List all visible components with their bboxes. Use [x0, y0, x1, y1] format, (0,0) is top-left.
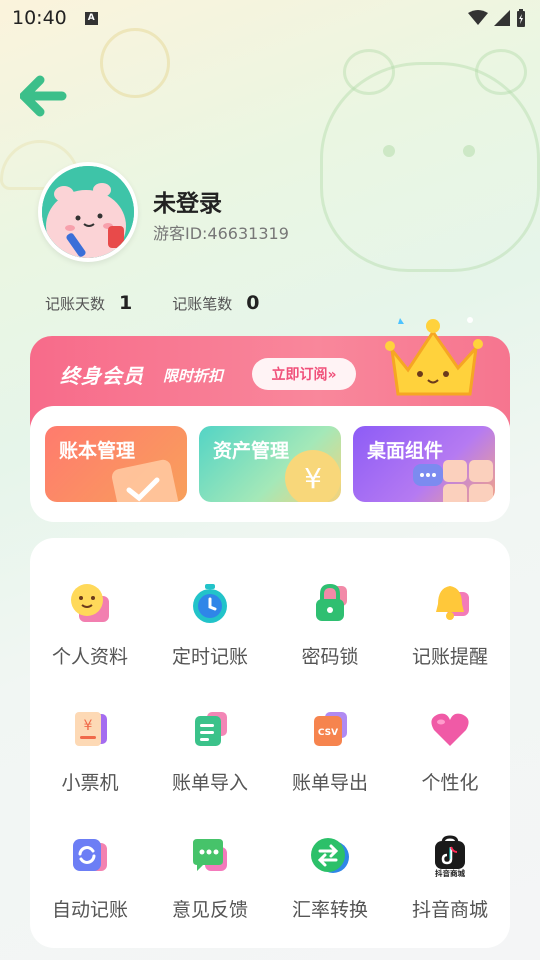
douyin-mall-icon: 抖音商城	[435, 835, 465, 877]
avatar[interactable]	[38, 162, 138, 262]
feedback-chat-icon	[193, 839, 227, 871]
days-label: 记账天数	[45, 294, 106, 313]
lock-icon	[316, 583, 347, 621]
days-value: 1	[119, 292, 133, 314]
quick-cards-panel: 账本管理 资产管理 ¥ 桌面组件	[30, 406, 510, 522]
subscribe-button[interactable]: 立即订阅»	[252, 358, 356, 390]
battery-icon	[517, 9, 525, 27]
smiley-profile-icon	[71, 584, 109, 622]
grid-label: 定时记账	[171, 646, 248, 668]
notification-a-icon: A	[84, 11, 98, 25]
crown-icon	[385, 317, 483, 396]
exchange-icon	[311, 838, 349, 873]
feature-grid: 个人资料 定时记账 密码锁 记账提醒 ¥ 小票机 账单导入 CSV 账单导出 个…	[30, 538, 510, 948]
decorative-mascot-outline	[320, 49, 540, 272]
grid-label: 抖音商城	[411, 899, 488, 921]
grid-item-douyin-mall[interactable]: 抖音商城 抖音商城	[390, 831, 510, 941]
auto-refresh-icon	[73, 839, 107, 871]
ledger-management-card[interactable]: 账本管理	[45, 426, 187, 502]
grid-item-personalize[interactable]: 个性化	[390, 704, 510, 814]
grid-item-import[interactable]: 账单导入	[150, 704, 270, 814]
decorative-coin-outline	[100, 28, 170, 98]
grid-item-reminder[interactable]: 记账提醒	[390, 578, 510, 688]
grid-label: 意见反馈	[171, 899, 248, 921]
grid-item-feedback[interactable]: 意见反馈	[150, 831, 270, 941]
wifi-icon	[468, 10, 488, 25]
receipt-icon: ¥	[75, 712, 107, 746]
grid-label: 个人资料	[51, 646, 128, 668]
grid-item-profile[interactable]: 个人资料	[30, 578, 150, 688]
grid-label: 账单导出	[291, 772, 368, 794]
import-doc-icon	[195, 712, 227, 746]
grid-label: 记账提醒	[411, 646, 488, 668]
username[interactable]: 未登录	[153, 184, 222, 218]
grid-label: 个性化	[421, 772, 479, 794]
desktop-widget-card[interactable]: 桌面组件	[353, 426, 495, 502]
grid-item-exchange[interactable]: 汇率转换	[270, 831, 390, 941]
svg-text:¥: ¥	[84, 718, 93, 734]
status-bar: 10:40 A	[0, 0, 540, 36]
notebook-icon	[111, 459, 179, 502]
widget-grid-icon	[413, 460, 493, 502]
grid-label: 小票机	[61, 772, 119, 794]
csv-export-icon: CSV	[314, 712, 347, 746]
stats-row: 记账天数 1 记账笔数 0	[45, 292, 260, 314]
grid-item-scheduled[interactable]: 定时记账	[150, 578, 270, 688]
asset-management-card[interactable]: 资产管理 ¥	[199, 426, 341, 502]
vip-subtitle: 限时折扣	[163, 367, 224, 385]
records-label: 记账笔数	[172, 294, 233, 313]
svg-text:¥: ¥	[304, 462, 322, 495]
heart-icon	[431, 713, 469, 746]
coin-yen-icon: ¥	[285, 450, 341, 502]
guest-id: 游客ID:46631319	[153, 224, 289, 243]
douyin-mall-icon-text: 抖音商城	[435, 868, 465, 877]
grid-label: 自动记账	[51, 899, 128, 921]
records-value: 0	[246, 292, 260, 314]
bell-icon	[436, 586, 469, 620]
mascot-avatar-icon	[42, 166, 134, 258]
grid-item-export[interactable]: CSV 账单导出	[270, 704, 390, 814]
arrow-left-icon	[19, 75, 67, 117]
svg-text:CSV: CSV	[318, 728, 338, 738]
vip-title: 终身会员	[60, 364, 144, 388]
timer-icon	[193, 584, 227, 623]
grid-item-receipt[interactable]: ¥ 小票机	[30, 704, 150, 814]
grid-label: 汇率转换	[291, 899, 368, 921]
signal-icon	[494, 10, 510, 26]
grid-item-lock[interactable]: 密码锁	[270, 578, 390, 688]
grid-label: 账单导入	[171, 772, 248, 794]
back-button[interactable]	[19, 74, 68, 118]
grid-item-auto[interactable]: 自动记账	[30, 831, 150, 941]
grid-label: 密码锁	[301, 646, 359, 668]
status-time: 10:40	[12, 7, 67, 29]
